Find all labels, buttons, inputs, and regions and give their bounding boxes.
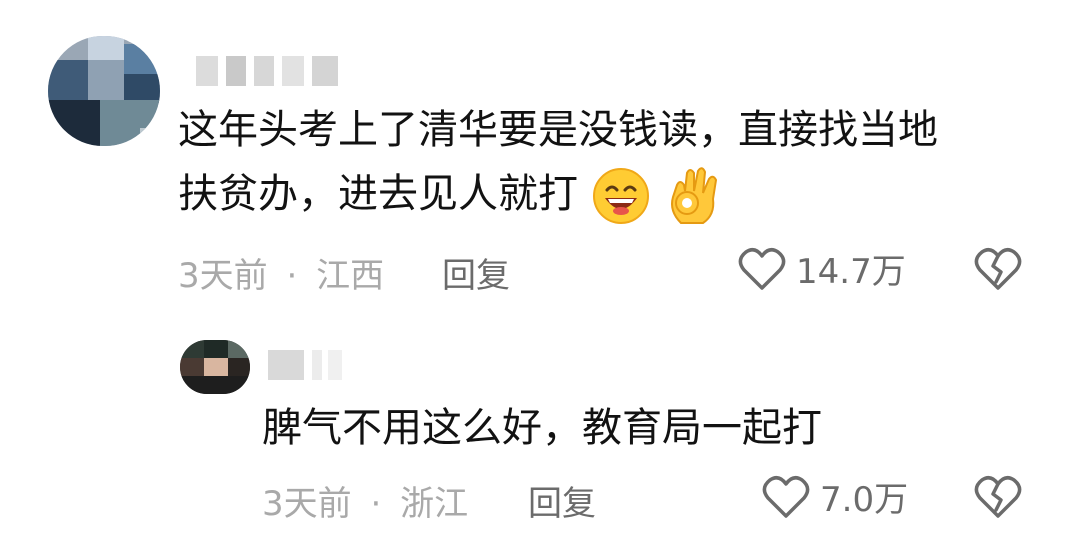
grinning-face-emoji bbox=[592, 168, 649, 224]
meta-separator: · bbox=[286, 256, 298, 296]
comment-meta: 3天前 · 浙江 bbox=[262, 476, 468, 525]
username-blurred[interactable] bbox=[196, 56, 346, 86]
username-blurred[interactable] bbox=[268, 350, 348, 380]
comment-text-line-2: 扶贫办，进去见人就打 bbox=[178, 162, 725, 227]
like-count: 14.7万 bbox=[796, 252, 906, 292]
meta-separator: · bbox=[370, 484, 382, 524]
comment-text: 脾气不用这么好，教育局一起打 bbox=[262, 405, 822, 451]
comment-location: 浙江 bbox=[400, 484, 469, 524]
avatar[interactable] bbox=[180, 340, 250, 394]
heart-outline-icon bbox=[738, 247, 786, 290]
ok-hand-emoji bbox=[671, 167, 718, 224]
heart-outline-icon bbox=[762, 475, 810, 518]
like-count: 7.0万 bbox=[820, 480, 909, 520]
avatar[interactable] bbox=[48, 36, 160, 146]
comment-time: 3天前 bbox=[262, 484, 352, 524]
like-button[interactable]: 14.7万 bbox=[738, 244, 906, 293]
reply-button[interactable]: 回复 bbox=[528, 476, 596, 525]
comment-text-line-2-text: 扶贫办，进去见人就打 bbox=[178, 171, 578, 217]
reply-button[interactable]: 回复 bbox=[442, 248, 510, 297]
comment-time: 3天前 bbox=[178, 256, 268, 296]
comment-text-line-1: 这年头考上了清华要是没钱读，直接找当地 bbox=[178, 107, 938, 153]
comment-meta: 3天前 · 江西 bbox=[178, 248, 384, 297]
broken-heart-icon[interactable] bbox=[974, 246, 1022, 292]
comment-location: 江西 bbox=[316, 256, 385, 296]
like-button[interactable]: 7.0万 bbox=[762, 472, 908, 521]
broken-heart-icon[interactable] bbox=[974, 474, 1022, 520]
